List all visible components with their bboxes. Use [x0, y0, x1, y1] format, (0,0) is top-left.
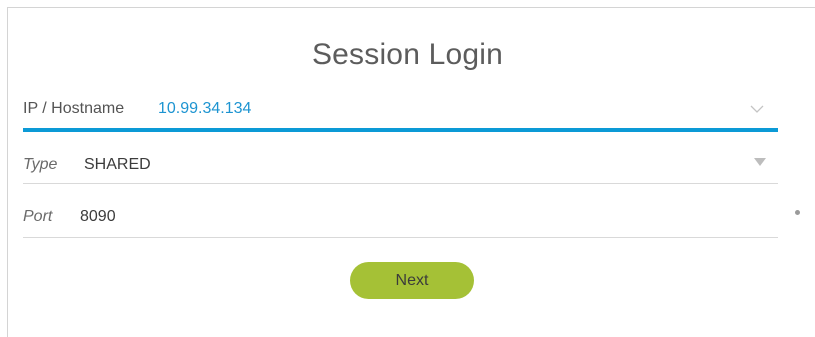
- port-label: Port: [23, 208, 53, 225]
- type-label: Type: [23, 156, 58, 173]
- ip-hostname-label: IP / Hostname: [23, 100, 125, 117]
- ip-hostname-value[interactable]: 10.99.34.134: [158, 100, 251, 118]
- type-value[interactable]: SHARED: [84, 156, 151, 174]
- next-button[interactable]: Next: [350, 262, 474, 299]
- ip-hostname-field[interactable]: IP / Hostname 10.99.34.134: [23, 92, 778, 132]
- required-dot-icon: [795, 210, 800, 215]
- caret-down-icon[interactable]: [754, 158, 766, 166]
- page-title: Session Login: [311, 38, 504, 71]
- chevron-down-icon[interactable]: [750, 102, 764, 116]
- port-value[interactable]: 8090: [80, 208, 116, 226]
- type-select[interactable]: Type SHARED: [23, 143, 778, 184]
- port-field[interactable]: Port 8090: [23, 197, 778, 238]
